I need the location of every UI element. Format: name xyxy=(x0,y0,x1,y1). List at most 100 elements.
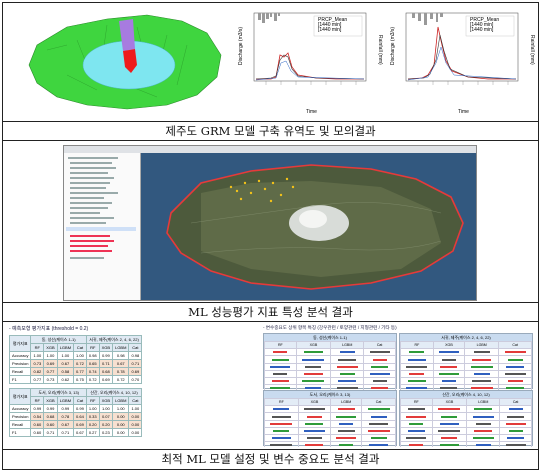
importance-cell xyxy=(498,376,532,386)
metric-value: 0.65 xyxy=(85,359,100,368)
metric-value: 0.60 xyxy=(30,428,45,437)
metric-value: 0.78 xyxy=(56,412,75,421)
legend-label: [1440 min] xyxy=(318,27,342,33)
caption-row1: 제주도 GRM 모델 구축 유역도 및 모의결과 xyxy=(3,122,538,141)
importance-cell xyxy=(464,348,500,357)
metric-value: 0.98 xyxy=(85,351,100,360)
importance-cell xyxy=(464,369,500,378)
metric-value: 0.67 xyxy=(112,359,130,368)
model-header: RF xyxy=(264,397,299,407)
importance-cell xyxy=(363,355,396,364)
model-header: RF xyxy=(85,343,100,352)
importance-cell xyxy=(295,369,332,378)
model-header: XGB xyxy=(98,343,114,352)
y-axis-label: Discharge (m3/s) xyxy=(390,27,396,65)
importance-title: - 변수중요도 상위 항목 특징 (강우관련 / 토양관련 / 지형관련 / 기… xyxy=(263,325,397,330)
importance-cell xyxy=(400,369,434,378)
table-row xyxy=(264,362,396,371)
table-row: Accuracy 0.99 0.99 0.99 0.99 1.00 1.00 1.00 1.00 xyxy=(9,404,143,413)
model-header: Cat xyxy=(499,397,532,407)
metric-value: 0.07 xyxy=(98,412,114,421)
table-row xyxy=(400,348,532,357)
table-row xyxy=(264,433,396,443)
model-header: LGBM xyxy=(330,340,365,350)
importance-cell xyxy=(264,362,297,371)
y-axis-label: Discharge (m3/s) xyxy=(238,27,244,65)
importance-cell xyxy=(464,376,500,386)
ml-eval-panel: - 예측모형 평가지표 (threshold = 0.2) 평가지표 동, 성산(… xyxy=(9,325,257,447)
importance-cell xyxy=(363,376,396,386)
importance-table-title: 동, 성산(케이스 1-1) xyxy=(264,334,396,341)
importance-cell xyxy=(330,441,363,447)
metric-value: 0.33 xyxy=(85,412,100,421)
importance-panel: - 변수중요도 상위 항목 특징 (강우관련 / 토양관련 / 지형관련 / 기… xyxy=(263,325,533,447)
importance-cell xyxy=(361,405,396,414)
importance-cell xyxy=(295,376,332,386)
model-header: Cat xyxy=(73,396,87,405)
importance-cell xyxy=(330,376,365,386)
importance-cell xyxy=(400,419,433,428)
metric-value: 0.99 xyxy=(43,404,58,413)
caption-row3: 최적 ML 모델 설정 및 변수 중요도 분석 결과 xyxy=(161,452,380,466)
importance-cell xyxy=(295,355,332,364)
importance-cell xyxy=(264,355,297,364)
table-row xyxy=(400,441,532,447)
table-row: Recall 0.60 0.60 0.67 0.69 0.20 0.20 0.00 0.00 xyxy=(9,420,143,429)
metric-value: 0.99 xyxy=(30,404,45,413)
importance-cell xyxy=(499,419,532,428)
metric-value: 0.68 xyxy=(43,412,58,421)
importance-cell xyxy=(466,441,501,447)
importance-cell xyxy=(431,412,468,421)
table-row xyxy=(400,419,532,428)
model-header: XGB xyxy=(431,397,468,407)
metric-name: F1 xyxy=(9,375,32,384)
table-row: Recall 0.82 0.77 0.58 0.77 0.74 0.68 0.78 0.69 xyxy=(9,367,143,376)
model-header: LGBM xyxy=(112,396,130,405)
metric-value: 0.64 xyxy=(73,412,87,421)
importance-cell xyxy=(264,405,299,414)
model-header: Cat xyxy=(128,343,143,352)
importance-cell xyxy=(400,405,433,414)
importance-cell xyxy=(400,441,433,447)
metric-value: 0.69 xyxy=(128,367,143,376)
importance-cell xyxy=(330,419,363,428)
metric-value: 0.27 xyxy=(85,428,100,437)
metric-value: 0.62 xyxy=(56,375,75,384)
metric-value: 0.98 xyxy=(128,351,143,360)
importance-cell xyxy=(499,441,532,447)
importance-cell xyxy=(466,426,501,435)
metric-value: 1.00 xyxy=(30,351,45,360)
metric-value: 0.99 xyxy=(98,351,114,360)
metric-value: 1.00 xyxy=(85,404,100,413)
importance-cell xyxy=(498,362,532,371)
metric-value: 0.99 xyxy=(56,404,75,413)
metric-value: 0.99 xyxy=(73,404,87,413)
metric-header: 평가지표 xyxy=(9,388,32,405)
model-header: XGB xyxy=(43,396,58,405)
importance-table: 서귀, 제주(케이스 2, 4, 6, 22) RF XGB LGBM Cat xyxy=(399,333,533,393)
gis-window xyxy=(63,145,477,301)
row-ml-results: - 예측모형 평가지표 (threshold = 0.2) 평가지표 동, 성산(… xyxy=(3,322,538,450)
ml-eval-title: - 예측모형 평가지표 (threshold = 0.2) xyxy=(9,326,89,332)
importance-cell xyxy=(431,426,468,435)
importance-cell xyxy=(264,369,297,378)
importance-cell xyxy=(297,412,332,421)
metric-value: 0.73 xyxy=(30,359,45,368)
importance-cell xyxy=(361,419,396,428)
metric-value: 1.00 xyxy=(56,351,75,360)
importance-cell xyxy=(431,419,468,428)
importance-cell xyxy=(361,412,396,421)
model-header: Cat xyxy=(361,397,396,407)
importance-cell xyxy=(330,405,363,414)
hydrograph-2: PRCP_Mean [1440 min] [1440 min] Discharg… xyxy=(388,5,536,117)
importance-table: 산간, 오리(케이스 4, 10, 12) RF XGB LGBM Cat xyxy=(399,390,533,447)
importance-cell xyxy=(499,433,532,443)
metric-value: 0.20 xyxy=(85,420,100,429)
metric-value: 0.23 xyxy=(98,428,114,437)
model-header: LGBM xyxy=(56,343,75,352)
metric-name: Accuracy xyxy=(9,404,32,413)
model-header: RF xyxy=(30,396,45,405)
importance-cell xyxy=(330,412,363,421)
importance-table-title: 산간, 오리(케이스 4, 10, 12) xyxy=(400,391,532,398)
importance-cell xyxy=(498,369,532,378)
